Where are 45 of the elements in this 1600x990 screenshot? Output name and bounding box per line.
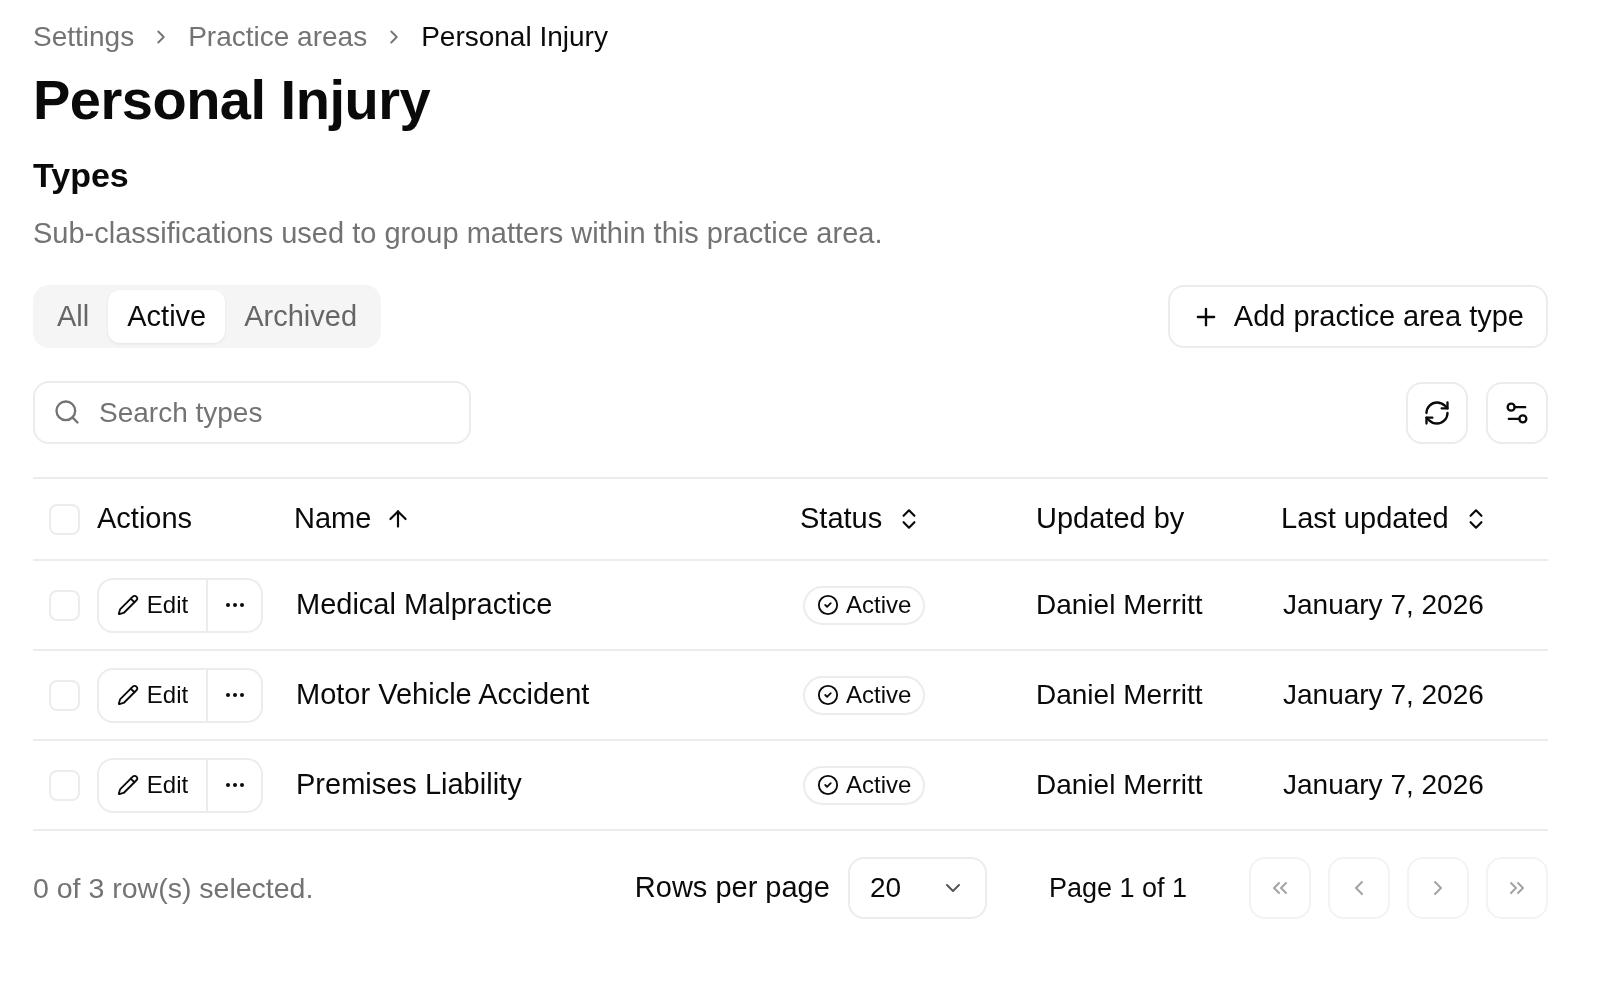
column-header[interactable]: Last updated — [1281, 497, 1489, 541]
search-field[interactable]: Search types — [33, 381, 471, 444]
breadcrumb-current: Personal Injury — [421, 20, 608, 54]
check-circle-icon — [817, 774, 839, 796]
pencil-icon — [116, 594, 139, 616]
refresh-button[interactable] — [1406, 381, 1468, 444]
column-header[interactable]: Status — [800, 497, 923, 541]
table-cell: Premises Liability — [296, 768, 522, 801]
add-button[interactable]: Add practice area type — [1167, 285, 1548, 348]
pencil-icon — [116, 684, 139, 706]
ellipsis-icon — [225, 783, 244, 787]
rows-per-page-select[interactable]: 20 — [847, 857, 987, 919]
table-cell: January 7, 2026 — [1283, 589, 1484, 620]
search-icon — [53, 398, 81, 426]
column-header: Actions — [97, 501, 193, 537]
column-header: Updated by — [1036, 501, 1185, 537]
status-label: Active — [846, 770, 912, 800]
section-description: Sub-classifications used to group matters within this practice area. — [33, 216, 884, 251]
table-cell: January 7, 2026 — [1283, 679, 1484, 710]
view-options-button[interactable] — [1486, 381, 1548, 444]
filter-tab[interactable]: All — [38, 290, 109, 343]
table-cell: Motor Vehicle Accident — [296, 678, 590, 711]
ellipsis-icon — [225, 693, 244, 697]
table-cell: Medical Malpractice — [296, 588, 553, 621]
pencil-icon — [116, 774, 139, 796]
status-label: Active — [846, 680, 912, 710]
page-title: Personal Injury — [33, 70, 432, 130]
check-circle-icon — [817, 594, 839, 616]
filter-tab[interactable]: Active — [108, 290, 226, 343]
table-cell: January 7, 2026 — [1283, 769, 1484, 800]
section-title: Types — [33, 155, 130, 195]
check-circle-icon — [817, 684, 839, 706]
rows-per-page-label: Rows per page — [634, 870, 830, 906]
status-label: Active — [846, 590, 912, 620]
table-cell: Daniel Merritt — [1036, 679, 1203, 710]
page-indicator: Page 1 of 1 — [1048, 871, 1187, 905]
table-cell: Daniel Merritt — [1036, 769, 1203, 800]
selection-count: 0 of 3 row(s) selected. — [33, 870, 315, 906]
filter-tab[interactable]: Archived — [225, 290, 377, 343]
breadcrumb-link[interactable]: Settings — [33, 16, 135, 58]
table-cell: Daniel Merritt — [1036, 589, 1203, 620]
breadcrumb-link[interactable]: Practice areas — [188, 16, 368, 58]
column-header[interactable]: Name — [294, 497, 412, 541]
refresh-icon — [1423, 398, 1451, 427]
ellipsis-icon — [225, 603, 244, 607]
